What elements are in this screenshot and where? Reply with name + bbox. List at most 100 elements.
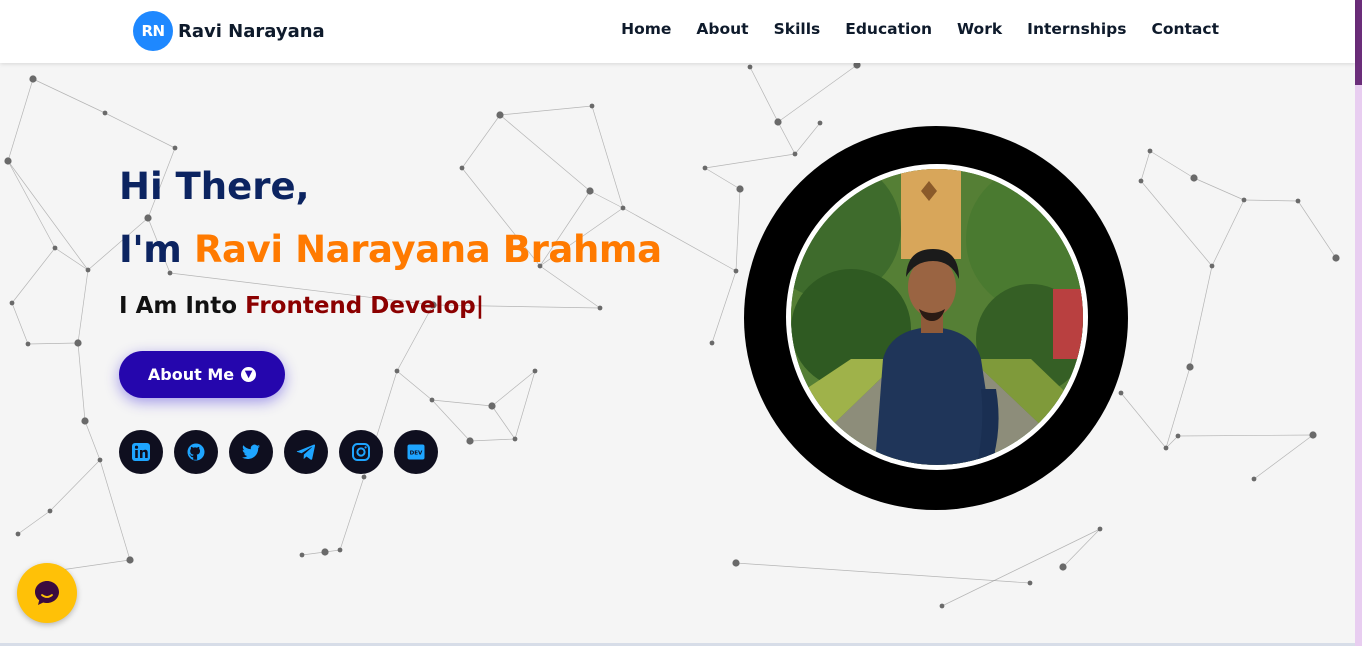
network-node (85, 267, 91, 273)
network-link (7, 160, 89, 271)
network-node (4, 157, 12, 165)
network-link (1062, 528, 1101, 568)
network-link (777, 64, 858, 123)
nav-contact-link[interactable]: Contact (1151, 20, 1219, 38)
network-node (172, 145, 178, 151)
network-node (496, 111, 504, 119)
network-link (1297, 200, 1337, 259)
linkedin-icon (132, 443, 150, 461)
network-link (32, 78, 106, 114)
chat-bubble-icon (35, 581, 59, 605)
network-link (499, 114, 591, 192)
network-link (1193, 177, 1245, 201)
network-node (1332, 254, 1340, 262)
network-link (514, 370, 536, 440)
network-node (532, 368, 538, 374)
network-node (9, 300, 15, 306)
network-link (1120, 392, 1167, 449)
network-link (11, 247, 56, 304)
network-link (49, 459, 101, 512)
nav-about-link[interactable]: About (696, 20, 748, 38)
hero-intro-prefix: I'm (119, 228, 194, 271)
network-node (25, 341, 31, 347)
network-link (469, 438, 516, 442)
twitter-icon (242, 444, 260, 460)
twitter-link[interactable] (229, 430, 273, 474)
network-link (749, 66, 779, 123)
chat-widget-button[interactable] (17, 563, 77, 623)
nav-skills-link[interactable]: Skills (774, 20, 821, 38)
telegram-link[interactable] (284, 430, 328, 474)
network-link (711, 270, 737, 344)
network-node (853, 63, 861, 69)
nav-menu: Home About Skills Education Work Interns… (596, 20, 1219, 38)
network-link (17, 510, 51, 535)
network-link (1243, 199, 1299, 202)
network-link (339, 476, 365, 551)
typing-caret: | (475, 293, 485, 319)
network-link (704, 153, 796, 169)
network-node (747, 64, 753, 70)
network-node (1097, 526, 1103, 532)
network-link (735, 562, 1031, 584)
network-node (736, 185, 744, 193)
network-node (126, 556, 134, 564)
linkedin-link[interactable] (119, 430, 163, 474)
network-link (794, 122, 821, 155)
network-node (429, 397, 435, 403)
network-link (1177, 434, 1314, 437)
network-node (774, 118, 782, 126)
network-node (709, 340, 715, 346)
network-node (1138, 178, 1144, 184)
social-links: DEV (119, 430, 449, 474)
nav-education-link[interactable]: Education (845, 20, 932, 38)
brand-name: Ravi Narayana (178, 20, 325, 42)
network-link (7, 78, 34, 162)
network-link (54, 247, 89, 271)
network-link (735, 188, 741, 272)
nav-work-link[interactable]: Work (957, 20, 1002, 38)
hero-name: Ravi Narayana Brahma (193, 228, 662, 271)
network-node (394, 368, 400, 374)
network-node (1295, 198, 1301, 204)
network-node (361, 474, 367, 480)
network-node (1186, 363, 1194, 371)
dev-icon: DEV (407, 444, 425, 460)
network-node (299, 552, 305, 558)
network-node (29, 75, 37, 83)
network-node (1118, 390, 1124, 396)
profile-photo (786, 164, 1088, 470)
window-scrollbar[interactable] (1355, 0, 1362, 646)
network-link (539, 265, 601, 309)
network-node (1251, 476, 1257, 482)
brand-badge: RN (133, 11, 173, 51)
network-node (702, 165, 708, 171)
nav-home-link[interactable]: Home (621, 20, 671, 38)
network-link (941, 528, 1101, 607)
network-link (591, 105, 624, 209)
network-link (1211, 199, 1245, 267)
network-node (144, 214, 152, 222)
network-link (99, 459, 131, 561)
network-node (733, 268, 739, 274)
instagram-link[interactable] (339, 430, 383, 474)
network-node (620, 205, 626, 211)
network-node (15, 531, 21, 537)
network-link (589, 190, 624, 209)
hero-intro: I'm Ravi Narayana Brahma (119, 231, 662, 268)
about-me-button[interactable]: About Me ▼ (119, 351, 285, 398)
network-link (491, 370, 536, 407)
typed-prefix: I Am Into (119, 293, 246, 319)
network-node (1175, 433, 1181, 439)
brand-logo[interactable]: RN Ravi Narayana (133, 11, 325, 51)
nav-internships-link[interactable]: Internships (1027, 20, 1126, 38)
github-icon (187, 443, 205, 461)
network-node (167, 270, 173, 276)
network-node (792, 151, 798, 157)
network-link (77, 269, 89, 344)
github-link[interactable] (174, 430, 218, 474)
network-node (74, 339, 82, 347)
profile-photo-illustration (791, 169, 1083, 465)
dev-link[interactable]: DEV (394, 430, 438, 474)
typed-role-line: I Am Into Frontend Develop| (119, 295, 484, 318)
